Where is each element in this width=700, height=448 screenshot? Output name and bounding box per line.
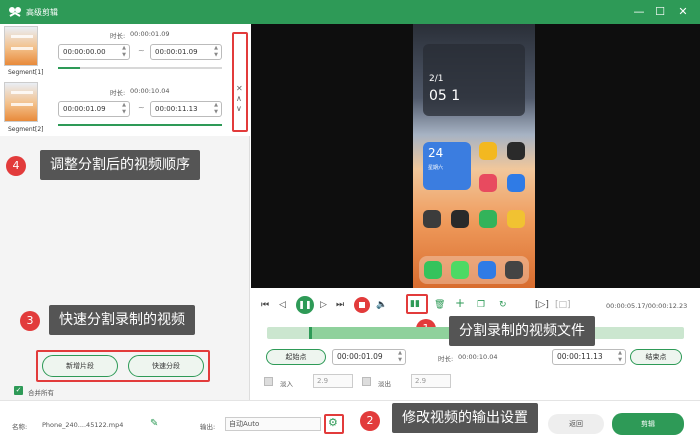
quick-split-button[interactable]: 快速分段	[128, 355, 204, 377]
phone-date: 2/1	[429, 74, 444, 84]
name-label: 名称:	[12, 423, 28, 431]
callout-3: 快速分割录制的视频	[49, 305, 195, 335]
set-end-button[interactable]: 结束点	[630, 349, 682, 365]
segment-thumbnail	[4, 26, 38, 66]
phone-app-icon	[424, 261, 442, 279]
segment-label: Segment[2]	[8, 126, 44, 133]
window-title: 高级剪辑	[26, 8, 58, 17]
maximize-button[interactable]: ☐	[653, 5, 667, 19]
copy-icon[interactable]: ❐	[477, 299, 485, 311]
next-frame-icon[interactable]: ▷	[320, 299, 327, 311]
set-start-button[interactable]: 起始点	[266, 349, 326, 365]
stop-button[interactable]	[354, 297, 370, 313]
play-pause-button[interactable]: ❚❚	[296, 296, 314, 314]
split-icon[interactable]: ▮▮	[410, 298, 420, 310]
back-button[interactable]: 返回	[548, 414, 604, 434]
delete-icon[interactable]: 🗑	[434, 299, 445, 311]
callout-4: 调整分割后的视频顺序	[40, 150, 200, 180]
trim-end-input[interactable]: 00:00:11.13 ▲ ▼	[552, 349, 626, 365]
segment-progress	[58, 67, 222, 69]
dock	[419, 256, 529, 284]
reset-icon[interactable]: ↻	[499, 299, 507, 311]
messages-app-icon	[451, 261, 469, 279]
app-icon	[479, 174, 497, 192]
phone-time: 05 1	[429, 88, 461, 104]
callout-2: 修改视频的输出设置	[392, 403, 538, 433]
mark-out-icon[interactable]: [□]	[555, 299, 571, 311]
move-up-button[interactable]: ∧	[236, 94, 242, 103]
preview-frame: 2/1 05 1 24 星期六	[413, 24, 535, 288]
add-icon[interactable]: +	[455, 297, 465, 309]
callout-badge-4: 4	[6, 156, 26, 176]
volume-icon[interactable]: 🔈	[376, 299, 387, 311]
range-dash: ~	[138, 46, 145, 55]
mark-in-icon[interactable]: [▷]	[535, 299, 549, 311]
fade-out-label: 淡出	[378, 380, 391, 388]
remove-segment-button[interactable]: ✕	[236, 84, 243, 93]
widget-day: 24	[428, 146, 444, 160]
playback-time: 00:00:05.17/00:00:12.23	[606, 302, 688, 310]
app-icon	[451, 210, 469, 228]
widget-sub: 星期六	[428, 165, 444, 171]
fade-in-label: 淡入	[280, 380, 293, 388]
trim-start-input[interactable]: 00:00:01.09 ▲ ▼	[332, 349, 406, 365]
segment-duration: 00:00:10.04	[130, 87, 170, 95]
output-label: 输出:	[200, 423, 216, 431]
app-icon	[423, 210, 441, 228]
close-button[interactable]: ✕	[676, 5, 690, 19]
output-select[interactable]: 自动Auto	[225, 417, 321, 431]
callout-badge-3: 3	[20, 311, 40, 331]
callout-1: 分割录制的视频文件	[449, 316, 595, 346]
camera-app-icon	[505, 261, 523, 279]
range-dash: ~	[138, 103, 145, 112]
segment-duration-label: 时长:	[110, 32, 126, 40]
segment-start-input[interactable]: 00:00:00.00 ▲ ▼	[58, 44, 130, 60]
callout-badge-2: 2	[360, 411, 380, 431]
title-bar: 高级剪辑 — ☐ ✕	[0, 0, 700, 24]
move-down-button[interactable]: ∨	[236, 104, 242, 113]
merge-all-label: 合并所有	[28, 389, 54, 397]
edit-name-icon[interactable]: ✎	[150, 418, 158, 429]
browser-app-icon	[478, 261, 496, 279]
segment-duration: 00:00:01.09	[130, 30, 170, 38]
segment-start-input[interactable]: 00:00:01.09 ▲ ▼	[58, 101, 130, 117]
app-icon	[507, 174, 525, 192]
merge-all-checkbox[interactable]: ✓	[14, 386, 23, 395]
trim-duration: 00:00:10.04	[458, 353, 498, 361]
skip-end-icon[interactable]: ⏭	[336, 299, 344, 311]
file-name: Phone_240....45122.mp4	[42, 421, 124, 429]
fade-in-checkbox[interactable]	[264, 377, 273, 386]
segment-duration-label: 时长:	[110, 89, 126, 97]
app-icon	[507, 210, 525, 228]
fade-in-input[interactable]: 2.9	[313, 374, 353, 388]
segment-label: Segment[1]	[8, 69, 44, 76]
app-icon	[479, 210, 497, 228]
minimize-button[interactable]: —	[632, 5, 646, 19]
segment-progress	[58, 124, 222, 126]
segment-end-input[interactable]: 00:00:11.13 ▲ ▼	[150, 101, 222, 117]
segment-end-input[interactable]: 00:00:01.09 ▲ ▼	[150, 44, 222, 60]
trim-duration-label: 时长:	[438, 355, 454, 363]
new-segment-button[interactable]: 新增片段	[42, 355, 118, 377]
app-icon	[479, 142, 497, 160]
clock-widget: 2/1 05 1	[423, 44, 525, 116]
fade-out-checkbox[interactable]	[362, 377, 371, 386]
edit-button[interactable]: 剪辑	[612, 413, 684, 435]
app-logo-icon	[9, 7, 21, 17]
app-icon	[507, 142, 525, 160]
fade-out-input[interactable]: 2.9	[411, 374, 451, 388]
prev-frame-icon[interactable]: ◁	[279, 299, 286, 311]
gear-icon[interactable]: ⚙	[328, 416, 338, 429]
segment-thumbnail	[4, 82, 38, 122]
calendar-widget: 24 星期六	[423, 142, 471, 190]
reorder-highlight	[232, 32, 248, 132]
skip-start-icon[interactable]: ⏮	[261, 299, 269, 311]
